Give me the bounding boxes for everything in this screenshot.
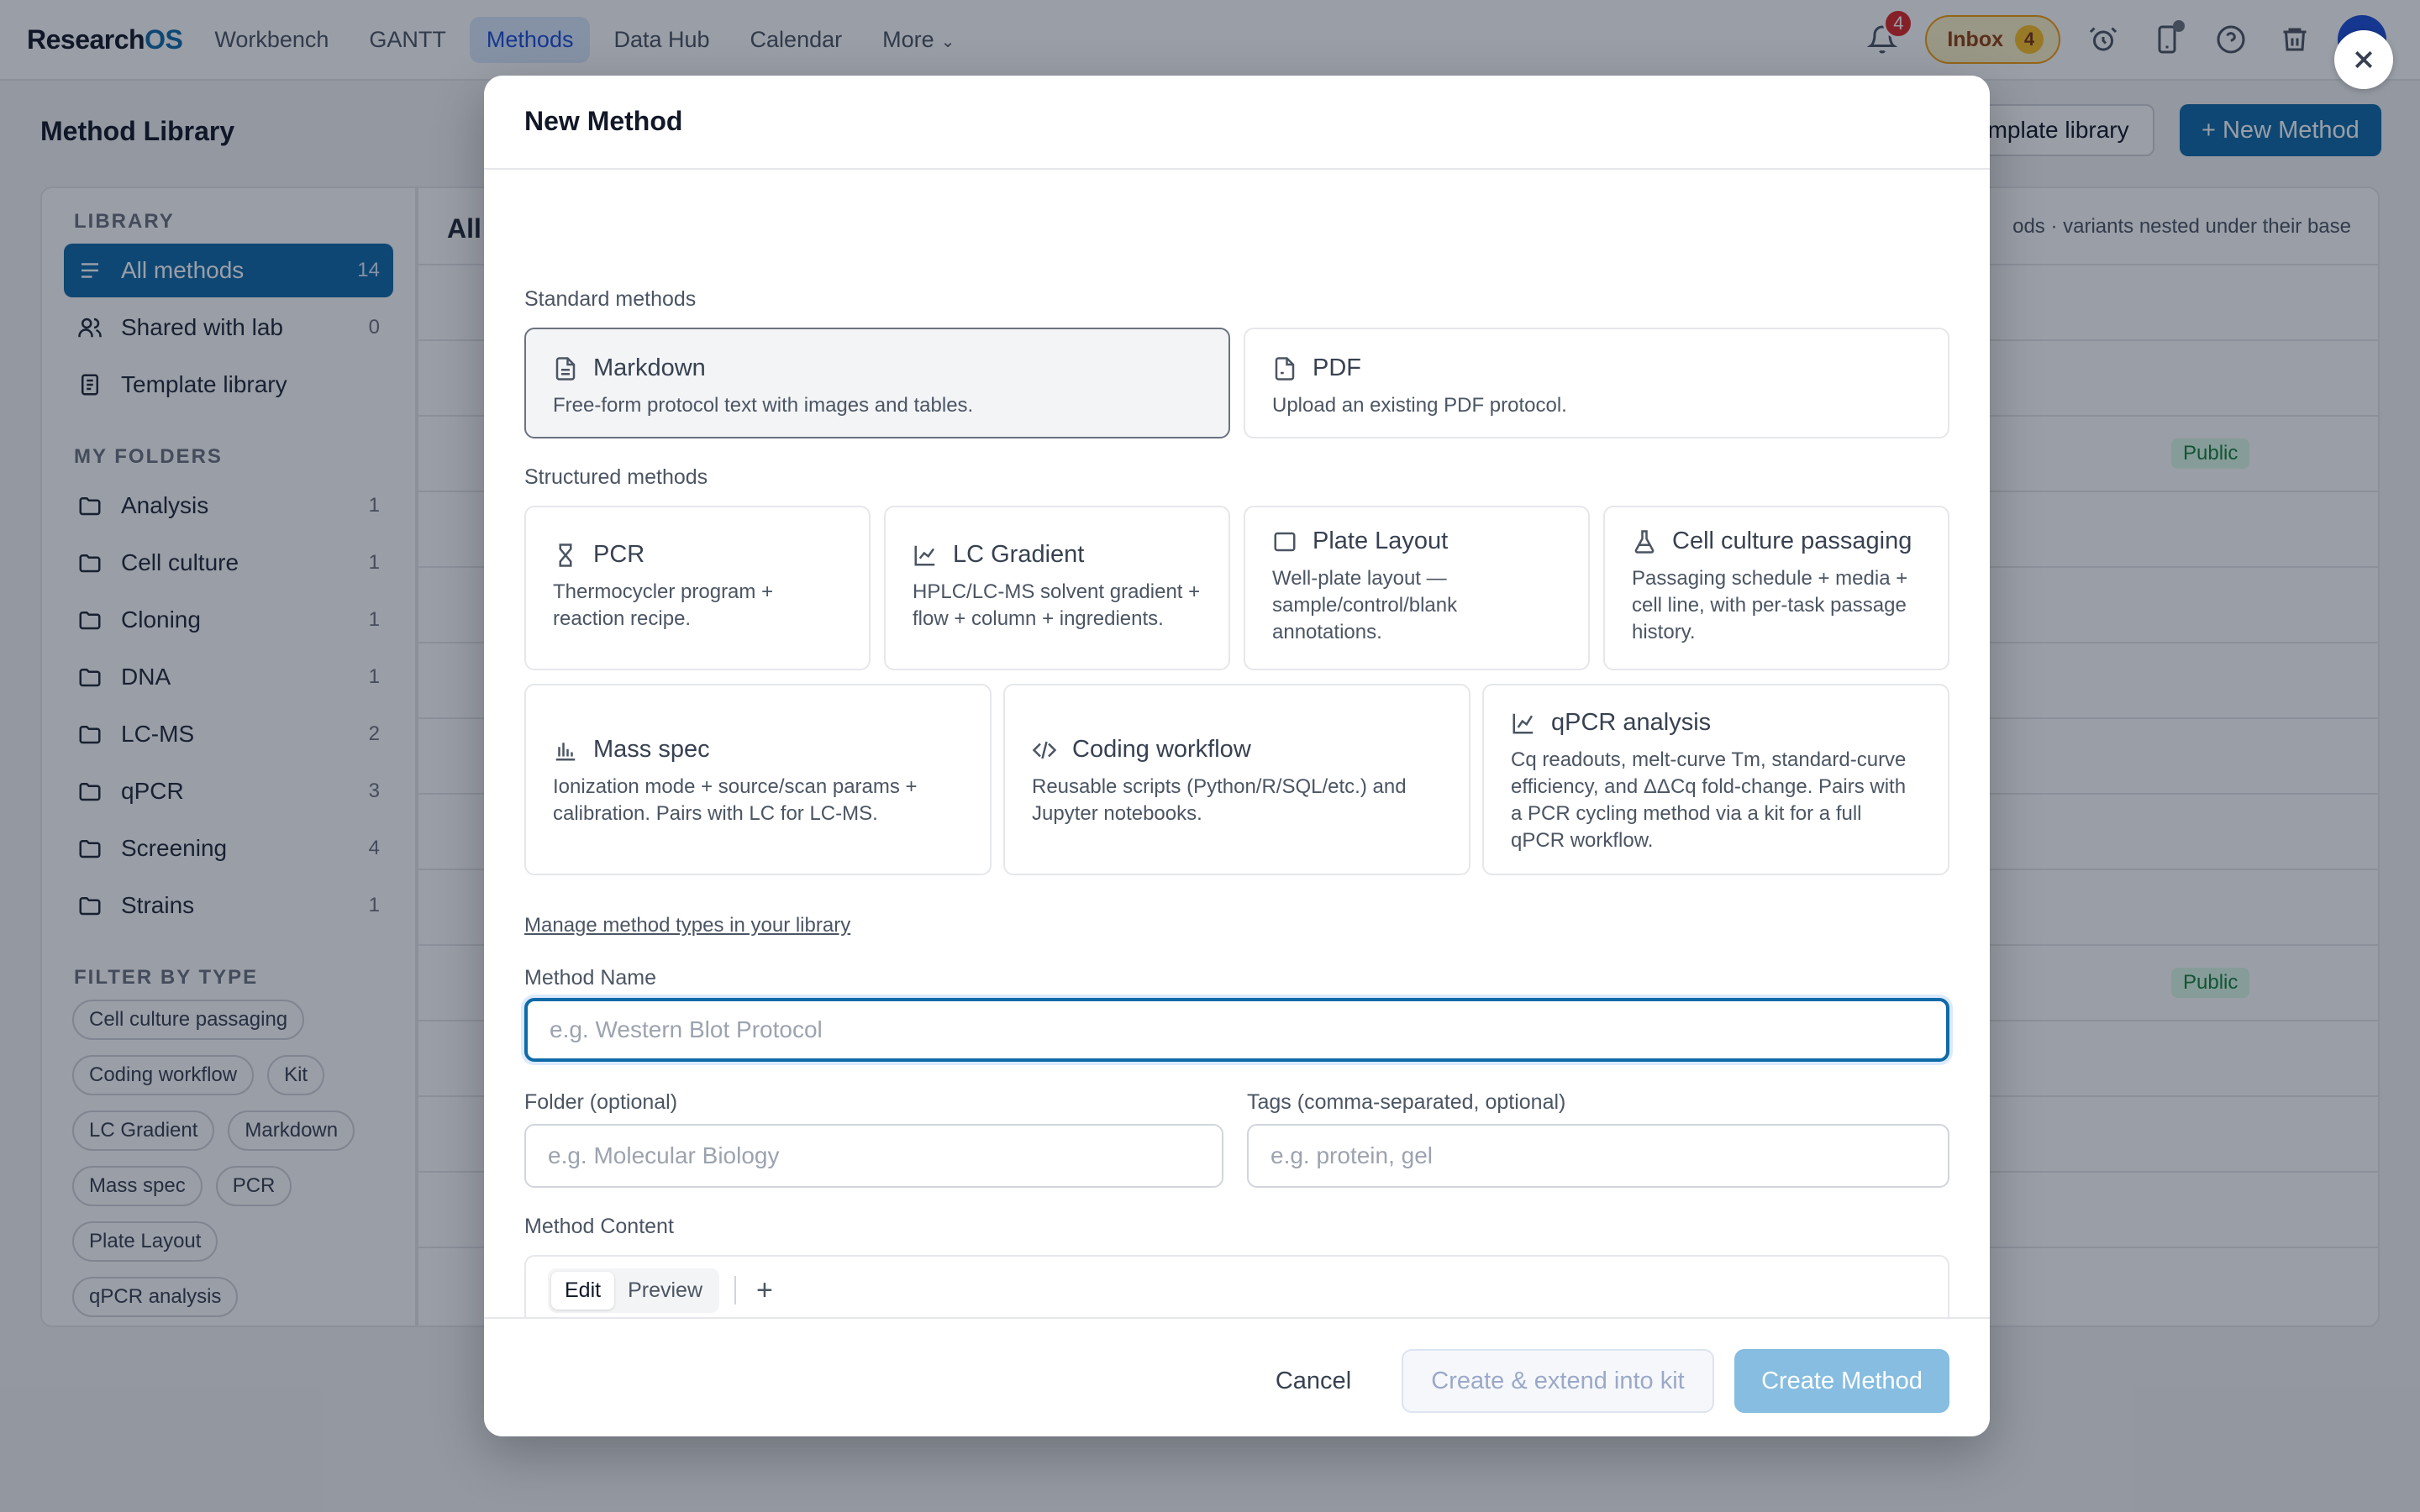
folder-label: Folder (optional) bbox=[524, 1090, 678, 1114]
editor-toolbar: Edit Preview + bbox=[526, 1257, 1948, 1326]
folder-input[interactable] bbox=[524, 1124, 1223, 1188]
standard-methods-label: Standard methods bbox=[524, 287, 697, 311]
tags-label: Tags (comma-separated, optional) bbox=[1247, 1090, 1566, 1114]
tab-preview[interactable]: Preview bbox=[614, 1272, 716, 1310]
dialog-body: Standard methods Markdown Free-form prot… bbox=[524, 170, 1949, 1406]
method-type-cell-culture-passaging[interactable]: Cell culture passaging Passaging schedul… bbox=[1603, 506, 1949, 670]
tab-edit[interactable]: Edit bbox=[551, 1271, 615, 1310]
create-method-button[interactable]: Create Method bbox=[1734, 1349, 1949, 1413]
card-title: LC Gradient bbox=[953, 541, 1085, 568]
flask-icon bbox=[1634, 529, 1655, 554]
tags-input[interactable] bbox=[1247, 1124, 1949, 1188]
add-block-button[interactable]: + bbox=[756, 1274, 773, 1307]
dialog-footer: Cancel Create & extend into kit Create M… bbox=[484, 1317, 1990, 1436]
grid-plate-icon bbox=[1274, 532, 1296, 551]
card-description: Ionization mode + source/scan params + c… bbox=[553, 775, 918, 825]
card-title: Markdown bbox=[593, 354, 706, 381]
card-description: Well-plate layout — sample/control/blank… bbox=[1272, 567, 1458, 643]
dialog-title: New Method bbox=[484, 76, 1990, 170]
method-type-markdown[interactable]: Markdown Free-form protocol text with im… bbox=[524, 328, 1230, 438]
bar-chart-icon bbox=[555, 742, 576, 760]
method-type-coding-workflow[interactable]: Coding workflow Reusable scripts (Python… bbox=[1003, 684, 1470, 875]
close-icon bbox=[2354, 50, 2373, 69]
card-description: Thermocycler program + reaction recipe. bbox=[553, 580, 774, 630]
method-type-pdf[interactable]: PDF Upload an existing PDF protocol. bbox=[1244, 328, 1949, 438]
card-description: Upload an existing PDF protocol. bbox=[1272, 394, 1567, 417]
card-title: qPCR analysis bbox=[1551, 709, 1712, 736]
card-title: Cell culture passaging bbox=[1672, 528, 1912, 554]
toolbar-divider bbox=[734, 1276, 737, 1305]
method-type-lc-gradient[interactable]: LC Gradient HPLC/LC-MS solvent gradient … bbox=[884, 506, 1230, 670]
card-title: PCR bbox=[593, 541, 645, 568]
method-name-input[interactable] bbox=[524, 998, 1949, 1062]
close-dialog-button[interactable] bbox=[2334, 30, 2393, 89]
file-text-icon bbox=[555, 356, 576, 381]
card-title: Plate Layout bbox=[1313, 528, 1449, 554]
card-description: Passaging schedule + media + cell line, … bbox=[1632, 567, 1908, 643]
card-description: Reusable scripts (Python/R/SQL/etc.) and… bbox=[1032, 775, 1407, 825]
editor-mode-toggle: Edit Preview bbox=[548, 1268, 720, 1313]
code-icon bbox=[1032, 741, 1057, 759]
pdf-file-icon bbox=[1275, 356, 1295, 381]
trend-chart-icon bbox=[1512, 713, 1534, 733]
card-description: Free-form protocol text with images and … bbox=[553, 394, 974, 417]
hourglass-icon bbox=[559, 543, 572, 567]
method-type-plate-layout[interactable]: Plate Layout Well-plate layout — sample/… bbox=[1244, 506, 1590, 670]
method-type-mass-spec[interactable]: Mass spec Ionization mode + source/scan … bbox=[524, 684, 992, 875]
method-name-label: Method Name bbox=[524, 966, 657, 990]
line-chart-icon bbox=[914, 545, 935, 565]
method-type-qpcr-analysis[interactable]: qPCR analysis Cq readouts, melt-curve Tm… bbox=[1482, 684, 1949, 875]
card-description: Cq readouts, melt-curve Tm, standard-cur… bbox=[1511, 748, 1907, 852]
cancel-button[interactable]: Cancel bbox=[1265, 1349, 1361, 1413]
method-type-pcr[interactable]: PCR Thermocycler program + reaction reci… bbox=[524, 506, 871, 670]
method-content-label: Method Content bbox=[524, 1215, 674, 1238]
create-and-extend-kit-button[interactable]: Create & extend into kit bbox=[1402, 1349, 1714, 1413]
new-method-dialog: New Method Standard methods Markdown Fre… bbox=[484, 76, 1990, 1436]
card-title: Coding workflow bbox=[1072, 736, 1251, 763]
manage-method-types-link[interactable]: Manage method types in your library bbox=[524, 914, 850, 937]
card-description: HPLC/LC-MS solvent gradient + flow + col… bbox=[913, 580, 1201, 630]
structured-methods-label: Structured methods bbox=[524, 465, 708, 489]
card-title: PDF bbox=[1313, 354, 1361, 381]
card-title: Mass spec bbox=[593, 736, 710, 763]
